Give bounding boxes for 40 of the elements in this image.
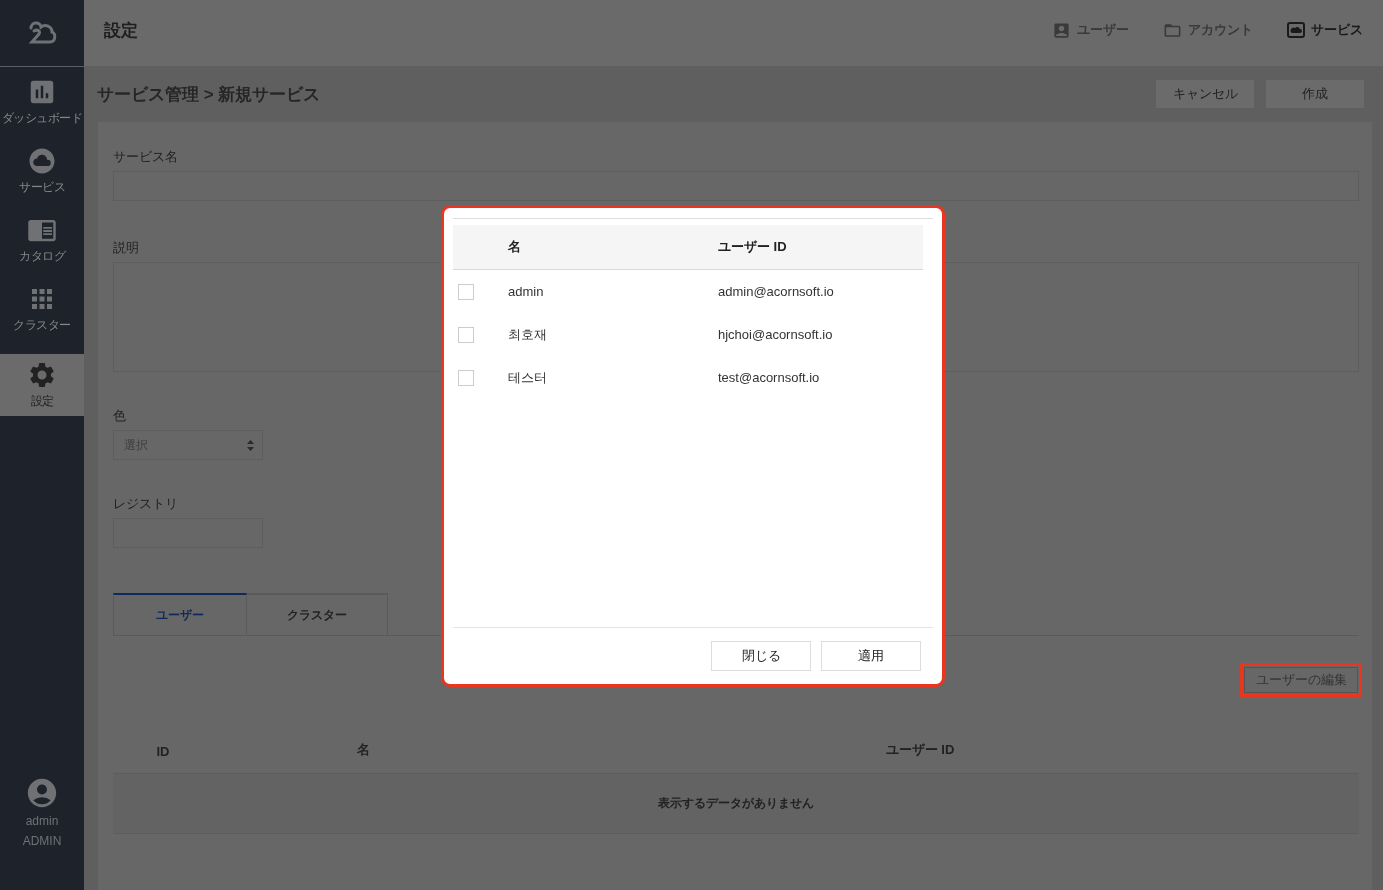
sidebar-item[interactable]: クラスター	[0, 274, 84, 343]
tab[interactable]: ユーザー	[113, 593, 247, 636]
page-title: 設定	[104, 19, 138, 42]
table-cell-text: admin@acornsoft.io	[718, 284, 835, 299]
table-cell-text: hjchoi@acornsoft.io	[718, 327, 834, 342]
sidebar-item[interactable]: カタログ	[0, 205, 84, 274]
field-label: 説明	[113, 239, 139, 257]
checkbox[interactable]	[458, 369, 474, 386]
column-header: ユーザー ID	[884, 741, 956, 759]
table-cell-text: 테스터	[508, 368, 548, 387]
tab[interactable]: クラスター	[247, 593, 388, 636]
column-header: ユーザー ID	[718, 238, 788, 256]
action-button[interactable]: 作成	[1266, 80, 1364, 108]
breadcrumb: サービス管理 > 新規サービス	[97, 83, 321, 106]
dialog-button[interactable]: 閉じる	[711, 641, 811, 671]
user-role: ADMIN	[22, 833, 62, 850]
avatar-icon	[25, 776, 59, 810]
cloud-box-icon	[1287, 22, 1305, 38]
logo-icon	[27, 20, 57, 46]
checkbox[interactable]	[458, 283, 474, 300]
column-header: 名	[355, 741, 371, 759]
action-button[interactable]: キャンセル	[1156, 80, 1254, 108]
field-label: 色	[113, 407, 126, 425]
sidebar-item[interactable]: ダッシュボード	[0, 67, 84, 136]
field-label: レジストリ	[113, 495, 178, 513]
table-cell-text: admin	[508, 284, 545, 299]
column-header: ID	[155, 744, 171, 759]
empty-message: 表示するデータがありません	[658, 795, 814, 812]
sidebar-item[interactable]: サービス	[0, 136, 84, 205]
dialog-button[interactable]: 適用	[821, 641, 921, 671]
header-nav-link[interactable]: サービス	[1287, 20, 1363, 40]
table-cell-text: test@acornsoft.io	[718, 370, 821, 385]
gear-icon	[27, 360, 57, 390]
user-card-icon	[1052, 20, 1071, 40]
user-name: admin	[25, 813, 59, 830]
sort-arrows-icon	[247, 439, 254, 451]
checkbox[interactable]	[458, 326, 474, 343]
column-header: 名	[508, 238, 522, 256]
table-cell-text: 최호재	[508, 325, 548, 344]
sidebar-item[interactable]: 設定	[0, 354, 84, 416]
